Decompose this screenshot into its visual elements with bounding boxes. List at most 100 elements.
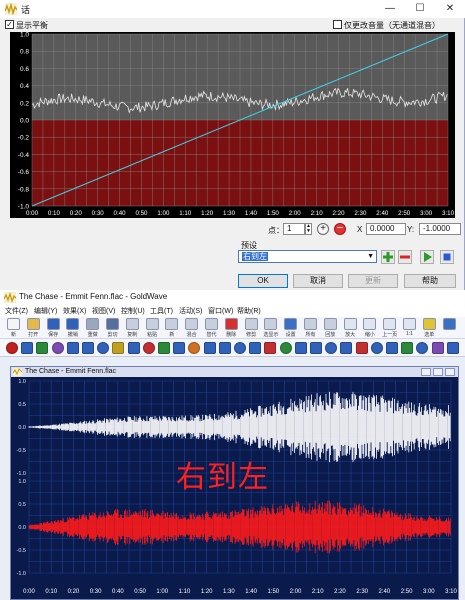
update-button[interactable]: 更新 xyxy=(348,274,398,288)
spectrum-icon[interactable] xyxy=(355,342,368,354)
doppler-icon[interactable] xyxy=(188,342,201,354)
arrow-left-icon[interactable] xyxy=(218,342,231,354)
fade-in-icon[interactable] xyxy=(370,342,383,354)
maximize-button[interactable]: ☐ xyxy=(405,0,435,18)
time-tick-label: 1:20 xyxy=(201,589,213,595)
volume-icon[interactable] xyxy=(66,342,79,354)
pan-icon[interactable] xyxy=(21,342,34,354)
menu-item[interactable]: 工具(T) xyxy=(150,306,173,316)
preset-value: 右到左 xyxy=(242,252,268,261)
add-point-button[interactable]: + xyxy=(317,223,329,235)
time-tick-label: 0:30 xyxy=(90,589,102,595)
menu-item[interactable]: 窗口(W) xyxy=(208,306,233,316)
balance-graph[interactable]: 1.00.80.60.40.20.0-0.2-0.4-0.6-0.8-1.0 0… xyxy=(10,32,455,218)
toolbar-button[interactable]: 选单 xyxy=(420,317,439,339)
minimize-button[interactable]: — xyxy=(375,0,405,18)
x-tick-label: 2:00 xyxy=(289,210,302,217)
sound-window-title: The Chase - Emmit Fenn.flac xyxy=(25,368,117,375)
menu-item[interactable]: 活动(S) xyxy=(179,306,202,316)
time-tick-label: 1:50 xyxy=(267,589,279,595)
goldwave-app-icon xyxy=(4,292,16,303)
noise-icon[interactable] xyxy=(264,342,277,354)
menu-item[interactable]: 编辑(Y) xyxy=(34,306,57,316)
stop-preview-button[interactable] xyxy=(440,250,454,264)
y-tick-label: 0.0 xyxy=(20,118,29,125)
remove-point-button[interactable]: − xyxy=(334,223,346,235)
volume-only-checkbox[interactable] xyxy=(333,20,342,29)
offset-icon[interactable] xyxy=(325,342,338,354)
x-tick-label: 0:30 xyxy=(92,210,105,217)
y-tick-label: 1.0 xyxy=(18,379,26,385)
reverse-icon[interactable] xyxy=(82,342,94,354)
sound-maximize-button[interactable] xyxy=(433,368,443,376)
mix-icon xyxy=(185,318,199,330)
bars-icon[interactable] xyxy=(401,342,414,354)
remove-preset-button[interactable] xyxy=(398,250,412,264)
menu-item[interactable]: 文件(Z) xyxy=(5,306,28,316)
spiral-icon[interactable] xyxy=(112,342,125,354)
cut-icon xyxy=(106,318,119,330)
flanger-icon[interactable] xyxy=(127,342,140,354)
play-preview-button[interactable] xyxy=(420,250,434,264)
menu-bar: 文件(Z) 编辑(Y) 效果(X) 视图(V) 控制(U) 工具(T) 活动(S) 窗口(W)… xyxy=(0,305,465,317)
filter-icon[interactable] xyxy=(142,342,155,354)
show-balance-label: 显示平衡 xyxy=(16,21,48,30)
cd-icon[interactable] xyxy=(431,342,444,354)
add-preset-button[interactable] xyxy=(381,250,395,264)
channel-icon[interactable] xyxy=(310,342,322,354)
menu-item[interactable]: 视图(V) xyxy=(92,306,115,316)
y-field[interactable]: -1.0000 xyxy=(419,223,461,235)
x-tick-label: 0:20 xyxy=(70,210,83,217)
y-tick-label: -1.0 xyxy=(17,471,26,477)
point-field[interactable]: 1 xyxy=(283,223,305,235)
invert-icon[interactable] xyxy=(51,342,64,354)
preset-select[interactable]: 右到左 ▼ xyxy=(238,250,377,263)
menu-item[interactable]: 控制(U) xyxy=(121,306,145,316)
point-spinner[interactable]: ▲ ▼ xyxy=(305,223,312,235)
y-tick-label: 0.0 xyxy=(18,525,26,531)
plus-icon xyxy=(383,252,393,262)
x-tick-label: 1:00 xyxy=(157,210,170,217)
x-field[interactable]: 0.0000 xyxy=(366,223,406,235)
x-tick-label: 1:10 xyxy=(179,210,192,217)
ok-button[interactable]: OK xyxy=(238,274,288,288)
y-tick-label: -0.8 xyxy=(18,186,30,193)
time-tick-label: 3:10 xyxy=(445,589,457,595)
time-tick-label: 0:40 xyxy=(112,589,124,595)
compressor-icon[interactable] xyxy=(279,342,292,354)
play-icon[interactable] xyxy=(446,342,459,354)
close-button[interactable]: ✕ xyxy=(435,0,465,18)
sound-minimize-button[interactable] xyxy=(421,368,431,376)
auto-gain-icon[interactable] xyxy=(340,342,353,354)
resample-icon[interactable] xyxy=(173,342,186,354)
time-tick-label: 2:50 xyxy=(401,589,413,595)
toolbar-button[interactable] xyxy=(440,317,459,339)
time-tick-label: 1:10 xyxy=(179,589,191,595)
y-tick-label: 0.8 xyxy=(20,49,29,56)
menu-item[interactable]: 效果(X) xyxy=(63,306,86,316)
fade-out-icon[interactable] xyxy=(386,342,398,354)
menu-item[interactable]: 帮助(R) xyxy=(237,306,261,316)
mechanize-icon[interactable] xyxy=(97,342,110,354)
eq-icon[interactable] xyxy=(6,342,18,354)
flip-icon[interactable] xyxy=(36,342,49,354)
main-toolbar: 新打开 保存 撤销 重做 剪切 复制 粘贴新混合 替代 删除 修剪 选显示 设置 所有 回放 放大 缩小 上一页… xyxy=(0,317,465,339)
selection-icon xyxy=(422,318,436,330)
dialog-options: ✓ 显示平衡 仅更改音量（无通道混音） xyxy=(0,18,465,32)
pitch-icon[interactable] xyxy=(234,342,246,354)
cancel-button[interactable]: 取消 xyxy=(293,274,343,288)
blocks-icon[interactable] xyxy=(416,342,429,354)
x-tick-label: 3:10 xyxy=(442,210,455,217)
equalizer-icon[interactable] xyxy=(249,342,262,354)
shape-icon[interactable] xyxy=(158,342,170,354)
replace-icon xyxy=(205,318,218,330)
help-button[interactable]: 帮助 xyxy=(404,274,456,288)
volume-only-label: 仅更改音量（无通道混音） xyxy=(344,21,440,30)
sound-close-button[interactable] xyxy=(445,368,455,376)
book-icon[interactable] xyxy=(294,342,307,354)
arrow-right-icon[interactable] xyxy=(203,342,216,354)
goldwave-titlebar: The Chase - Emmit Fenn.flac - GoldWave xyxy=(0,290,465,305)
y-tick-label: -0.5 xyxy=(17,548,26,554)
show-balance-checkbox[interactable]: ✓ xyxy=(5,20,14,29)
save-icon xyxy=(46,318,60,330)
